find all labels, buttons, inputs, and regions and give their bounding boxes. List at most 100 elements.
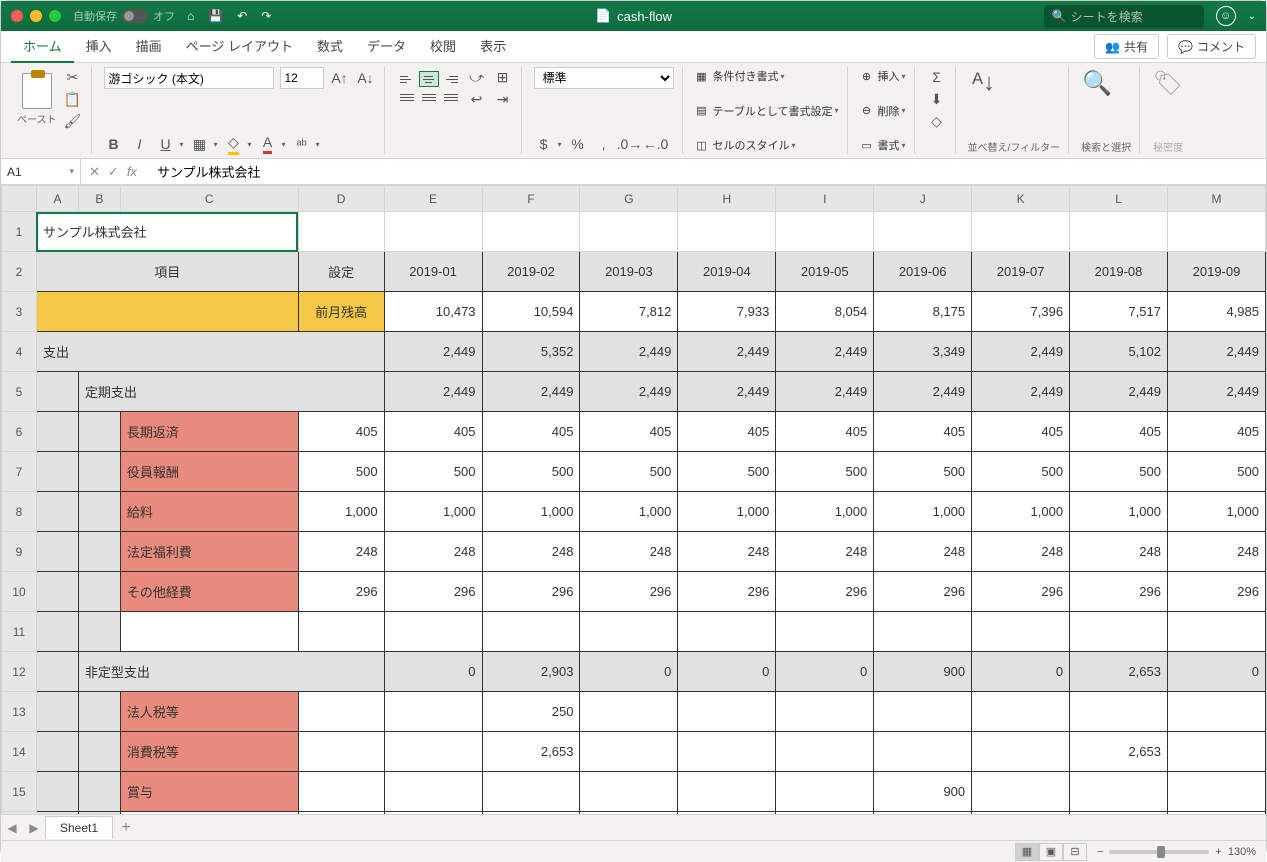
cell-G7[interactable]: 500 xyxy=(580,452,678,492)
cell-D6[interactable]: 405 xyxy=(298,412,384,452)
cell-E15[interactable] xyxy=(384,772,482,812)
col-header-M[interactable]: M xyxy=(1168,186,1266,212)
tab-表示[interactable]: 表示 xyxy=(468,30,518,63)
col-header-I[interactable]: I xyxy=(776,186,874,212)
cell-J9[interactable]: 248 xyxy=(874,532,972,572)
row-header-13[interactable]: 13 xyxy=(2,692,37,732)
cell-L3[interactable]: 7,517 xyxy=(1070,292,1168,332)
cell-M2[interactable]: 2019-09 xyxy=(1168,252,1266,292)
row-header-15[interactable]: 15 xyxy=(2,772,37,812)
cell-G6[interactable]: 405 xyxy=(580,412,678,452)
cell-I3[interactable]: 8,054 xyxy=(776,292,874,332)
cell-K12[interactable]: 0 xyxy=(972,652,1070,692)
cell-D2[interactable]: 設定 xyxy=(298,252,384,292)
cell-I4[interactable]: 2,449 xyxy=(776,332,874,372)
cell-J13[interactable] xyxy=(874,692,972,732)
sheet-nav-prev[interactable]: ◀ xyxy=(1,821,23,835)
cell-J10[interactable]: 296 xyxy=(874,572,972,612)
cell-K7[interactable]: 500 xyxy=(972,452,1070,492)
add-sheet-button[interactable]: + xyxy=(113,819,139,837)
cell-F6[interactable]: 405 xyxy=(482,412,580,452)
cell-M4[interactable]: 2,449 xyxy=(1168,332,1266,372)
cell-K9[interactable]: 248 xyxy=(972,532,1070,572)
cell-D16[interactable] xyxy=(298,812,384,815)
cell-B7[interactable] xyxy=(78,452,120,492)
cell-F4[interactable]: 5,352 xyxy=(482,332,580,372)
normal-view-icon[interactable]: ▦ xyxy=(1015,843,1039,861)
cell-D8[interactable]: 1,000 xyxy=(298,492,384,532)
cell-H1[interactable] xyxy=(678,212,776,252)
cell-M1[interactable] xyxy=(1168,212,1266,252)
tab-挿入[interactable]: 挿入 xyxy=(74,30,124,63)
cell-L5[interactable]: 2,449 xyxy=(1070,372,1168,412)
col-header-H[interactable]: H xyxy=(678,186,776,212)
cell-F8[interactable]: 1,000 xyxy=(482,492,580,532)
font-name-select[interactable] xyxy=(104,67,274,89)
cell-H4[interactable]: 2,449 xyxy=(678,332,776,372)
row-header-14[interactable]: 14 xyxy=(2,732,37,772)
undo-icon[interactable]: ↶ xyxy=(237,9,247,23)
decrease-decimal-icon[interactable]: ←.0 xyxy=(646,134,666,154)
cell-K1[interactable] xyxy=(972,212,1070,252)
cell-G16[interactable] xyxy=(580,812,678,815)
align-top-center[interactable] xyxy=(419,71,439,87)
cell-L13[interactable] xyxy=(1070,692,1168,732)
cell-M11[interactable] xyxy=(1168,612,1266,652)
cell-D1[interactable] xyxy=(298,212,384,252)
cell-E8[interactable]: 1,000 xyxy=(384,492,482,532)
cell-G11[interactable] xyxy=(580,612,678,652)
col-header-B[interactable]: B xyxy=(78,186,120,212)
cell-C10[interactable]: その他経費 xyxy=(120,572,298,612)
row-header-16[interactable]: 16 xyxy=(2,812,37,815)
cell-L6[interactable]: 405 xyxy=(1070,412,1168,452)
cell-I1[interactable] xyxy=(776,212,874,252)
format-cells[interactable]: ▭書式▾ xyxy=(860,136,906,154)
col-header-E[interactable]: E xyxy=(384,186,482,212)
col-header-C[interactable]: C xyxy=(120,186,298,212)
currency-icon[interactable]: $ xyxy=(534,134,554,154)
cell-H5[interactable]: 2,449 xyxy=(678,372,776,412)
cell-F2[interactable]: 2019-02 xyxy=(482,252,580,292)
orientation-icon[interactable]: ⤻ xyxy=(467,67,487,87)
name-box[interactable]: A1▾ xyxy=(1,159,81,184)
increase-font-icon[interactable]: A↑ xyxy=(330,68,350,88)
cell-K6[interactable]: 405 xyxy=(972,412,1070,452)
cell-K16[interactable] xyxy=(972,812,1070,815)
cell-E16[interactable] xyxy=(384,812,482,815)
cell-D9[interactable]: 248 xyxy=(298,532,384,572)
cell-D13[interactable] xyxy=(298,692,384,732)
cell-A12[interactable] xyxy=(36,652,78,692)
cell-I9[interactable]: 248 xyxy=(776,532,874,572)
select-all-corner[interactable] xyxy=(2,186,37,212)
account-icon[interactable]: ☺ xyxy=(1216,6,1236,26)
spreadsheet-grid[interactable]: ABCDEFGHIJKLM1サンプル株式会社2項目設定2019-012019-0… xyxy=(1,185,1266,814)
cell-E14[interactable] xyxy=(384,732,482,772)
cell-A10[interactable] xyxy=(36,572,78,612)
cell-M5[interactable]: 2,449 xyxy=(1168,372,1266,412)
cell-L10[interactable]: 296 xyxy=(1070,572,1168,612)
cell-F3[interactable]: 10,594 xyxy=(482,292,580,332)
cell-J3[interactable]: 8,175 xyxy=(874,292,972,332)
row-header-9[interactable]: 9 xyxy=(2,532,37,572)
cell-J15[interactable]: 900 xyxy=(874,772,972,812)
cell-C8[interactable]: 給料 xyxy=(120,492,298,532)
cell-H2[interactable]: 2019-04 xyxy=(678,252,776,292)
row-header-10[interactable]: 10 xyxy=(2,572,37,612)
cell-L7[interactable]: 500 xyxy=(1070,452,1168,492)
cell-F13[interactable]: 250 xyxy=(482,692,580,732)
cell-G14[interactable] xyxy=(580,732,678,772)
border-button[interactable]: ▦ xyxy=(190,134,210,154)
cell-L16[interactable] xyxy=(1070,812,1168,815)
cell-J14[interactable] xyxy=(874,732,972,772)
cell-A3[interactable] xyxy=(36,292,298,332)
comma-icon[interactable]: , xyxy=(594,134,614,154)
cell-C6[interactable]: 長期返済 xyxy=(120,412,298,452)
row-header-12[interactable]: 12 xyxy=(2,652,37,692)
row-header-1[interactable]: 1 xyxy=(2,212,37,252)
find-icon[interactable]: 🔍 xyxy=(1081,67,1113,99)
bold-button[interactable]: B xyxy=(104,134,124,154)
insert-cells[interactable]: ⊕挿入▾ xyxy=(860,67,906,85)
cell-K2[interactable]: 2019-07 xyxy=(972,252,1070,292)
formula-input[interactable] xyxy=(151,164,1266,179)
sheet-nav-next[interactable]: ▶ xyxy=(23,821,45,835)
